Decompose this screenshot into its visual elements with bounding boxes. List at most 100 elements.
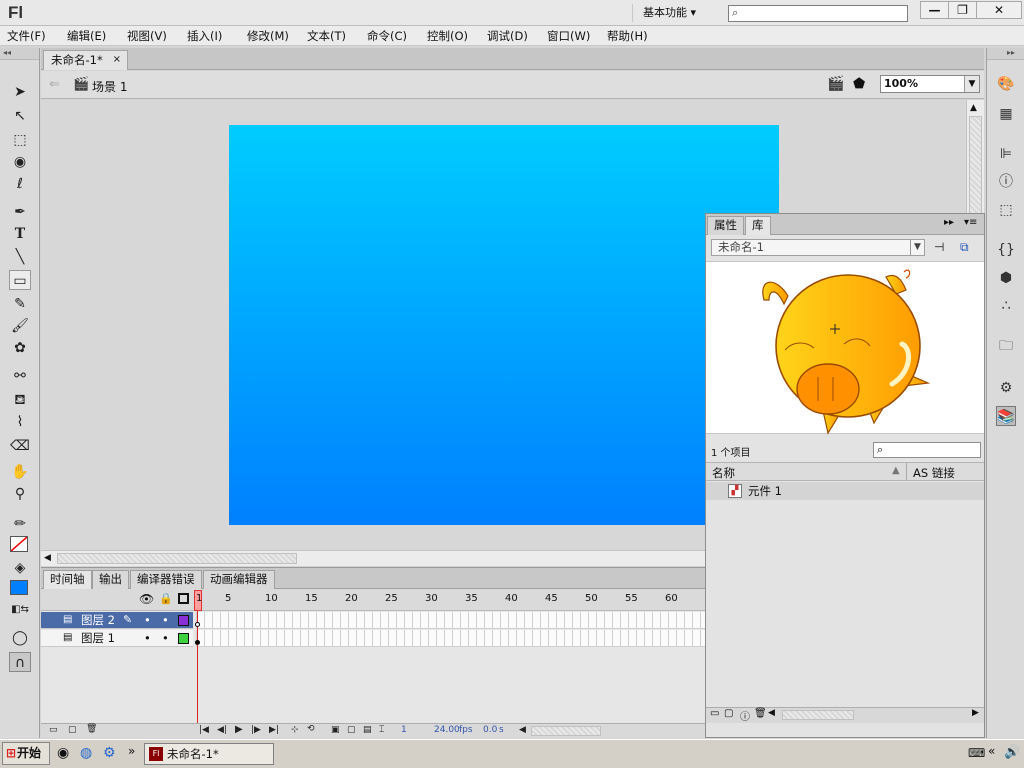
library-panel-icon[interactable]: 📚 [996,406,1016,426]
menu-text[interactable]: 文本(T) [307,28,346,44]
library-search-input[interactable]: ⌕ [873,442,981,458]
library-item-row[interactable]: ▞ 元件 1 [706,482,984,500]
swap-colors-icon[interactable]: ◧⇆ [9,600,31,620]
onion-markers-icon[interactable]: ⌶ [379,725,384,735]
subselection-tool-icon[interactable]: ↖ [9,106,31,126]
visibility-dot-icon[interactable]: • [144,612,151,628]
code-snippets-icon[interactable]: {} [996,240,1016,260]
free-transform-tool-icon[interactable]: ⬚ [9,130,31,150]
new-folder-icon[interactable]: ▢ [68,725,77,735]
layer-row-selected[interactable]: ▤ 图层 2 ✎ • • [41,612,193,629]
transform-panel-icon[interactable]: ⬚ [996,200,1016,220]
layer-frames[interactable] [196,612,705,629]
components-panel-icon[interactable]: ⬢ [996,268,1016,288]
edit-symbols-icon[interactable]: ⬟ [853,76,865,92]
behaviors-panel-icon[interactable]: ⚙ [996,378,1016,398]
outline-all-icon[interactable] [178,593,189,604]
expand-panels-icon[interactable]: ▸▸ [987,48,1024,60]
edit-multiple-frames-icon[interactable]: ▤ [363,725,372,735]
step-back-icon[interactable]: ◀| [217,725,227,735]
menu-window[interactable]: 窗口(W) [547,28,590,44]
stroke-color-swatch[interactable] [10,536,28,552]
taskbar-window-button[interactable]: Fl 未命名-1* [144,743,274,765]
menu-modify[interactable]: 修改(M) [247,28,289,44]
start-button[interactable]: ⊞ 开始 [2,742,50,765]
maximize-button[interactable]: ❐ [948,1,977,19]
line-tool-icon[interactable]: ╲ [9,247,31,267]
eyedropper-tool-icon[interactable]: ⌇ [9,412,31,432]
layer-color-swatch[interactable] [178,615,189,626]
menu-commands[interactable]: 命令(C) [367,28,407,44]
lock-dot-icon[interactable]: • [162,612,169,628]
menu-file[interactable]: 文件(F) [7,28,46,44]
deco-tool-icon[interactable]: ✿ [9,338,31,358]
stage-canvas[interactable] [229,125,779,525]
fps-value[interactable]: 24.00 [434,725,460,735]
color-panel-icon[interactable]: 🎨 [996,74,1016,94]
tab-motion-editor[interactable]: 动画编辑器 [203,570,275,589]
document-tab[interactable]: 未命名-1* × [43,50,128,70]
help-search-input[interactable]: ⌕ [728,5,908,22]
menu-view[interactable]: 视图(V) [127,28,167,44]
bone-tool-icon[interactable]: ⚯ [9,366,31,386]
minimize-button[interactable]: — [920,1,949,19]
go-first-frame-icon[interactable]: |◀ [199,725,209,735]
chevron-down-icon[interactable]: ▼ [910,240,924,255]
new-library-panel-icon[interactable]: ⧉ [960,240,969,255]
motion-presets-icon[interactable]: ∴ [996,296,1016,316]
visibility-dot-icon[interactable]: • [144,630,151,646]
object-drawing-icon[interactable]: ◯ [9,628,31,648]
go-last-frame-icon[interactable]: ▶| [269,725,279,735]
hand-tool-icon[interactable]: ✋ [9,462,31,482]
eraser-tool-icon[interactable]: ⌫ [9,436,31,456]
lock-all-icon[interactable]: 🔒 [159,592,173,605]
column-as-linkage[interactable]: AS 链接 [913,465,955,481]
project-panel-icon[interactable]: 🗀 [996,336,1016,356]
paint-bucket-tool-icon[interactable]: ⛾ [9,390,31,410]
properties-icon[interactable]: ⓘ [740,708,750,723]
close-tab-icon[interactable]: × [113,51,121,69]
align-panel-icon[interactable]: ⊫ [996,144,1016,164]
library-document-select[interactable]: 未命名-1 ▼ [711,239,925,256]
scroll-left-icon[interactable]: ◀ [44,553,51,563]
scroll-up-icon[interactable]: ▲ [970,103,977,113]
library-scroll-thumb[interactable] [782,710,854,720]
fill-color-icon[interactable]: ◈ [9,558,31,578]
3d-rotation-tool-icon[interactable]: ◉ [9,152,31,172]
pen-tool-icon[interactable]: ✒ [9,202,31,222]
quicklaunch-more-icon[interactable]: » [128,744,135,758]
tab-timeline[interactable]: 时间轴 [43,570,92,589]
layer-row[interactable]: ▤ 图层 1 • • [41,630,193,647]
zoom-select[interactable]: 100% ▼ [880,75,980,93]
scroll-left-icon[interactable]: ◀ [768,708,775,718]
pencil-tool-icon[interactable]: ✎ [9,294,31,314]
tray-chevron-icon[interactable]: « [988,744,995,758]
lasso-tool-icon[interactable]: ℓ [9,174,31,194]
loop-icon[interactable]: ⟲ [307,724,315,734]
snap-magnet-icon[interactable]: ∩ [9,652,31,672]
tab-properties[interactable]: 属性 [707,216,744,235]
scroll-right-icon[interactable]: ▶ [972,708,979,718]
step-forward-icon[interactable]: |▶ [251,725,261,735]
collapse-panel-icon[interactable]: ▸▸ [944,217,954,228]
text-tool-icon[interactable]: T [9,224,31,244]
onion-skin-icon[interactable]: ▣ [331,725,340,735]
menu-control[interactable]: 控制(O) [427,28,468,44]
selection-tool-icon[interactable]: ➤ [9,82,31,102]
collapse-grip-icon[interactable]: ◂◂ [0,48,39,60]
new-layer-icon[interactable]: ▭ [49,725,58,735]
workspace-switcher[interactable]: 基本功能 ▾ [632,4,712,22]
volume-icon[interactable]: 🔊 [1004,745,1020,760]
back-arrow-icon[interactable]: ⇐ [49,77,60,92]
sort-ascending-icon[interactable]: ▲ [892,465,900,476]
rectangle-tool-icon[interactable]: ▭ [9,270,31,290]
show-hide-all-icon[interactable]: 👁 [139,592,154,606]
chevron-down-icon[interactable]: ▼ [964,76,979,92]
quicklaunch-app-icon[interactable]: ◍ [80,745,92,761]
layer-color-swatch[interactable] [178,633,189,644]
menu-debug[interactable]: 调试(D) [487,28,528,44]
delete-icon[interactable]: 🗑 [754,708,767,719]
fill-color-swatch[interactable] [10,580,28,595]
swatches-panel-icon[interactable]: ▦ [996,104,1016,124]
close-button[interactable]: ✕ [976,1,1022,19]
